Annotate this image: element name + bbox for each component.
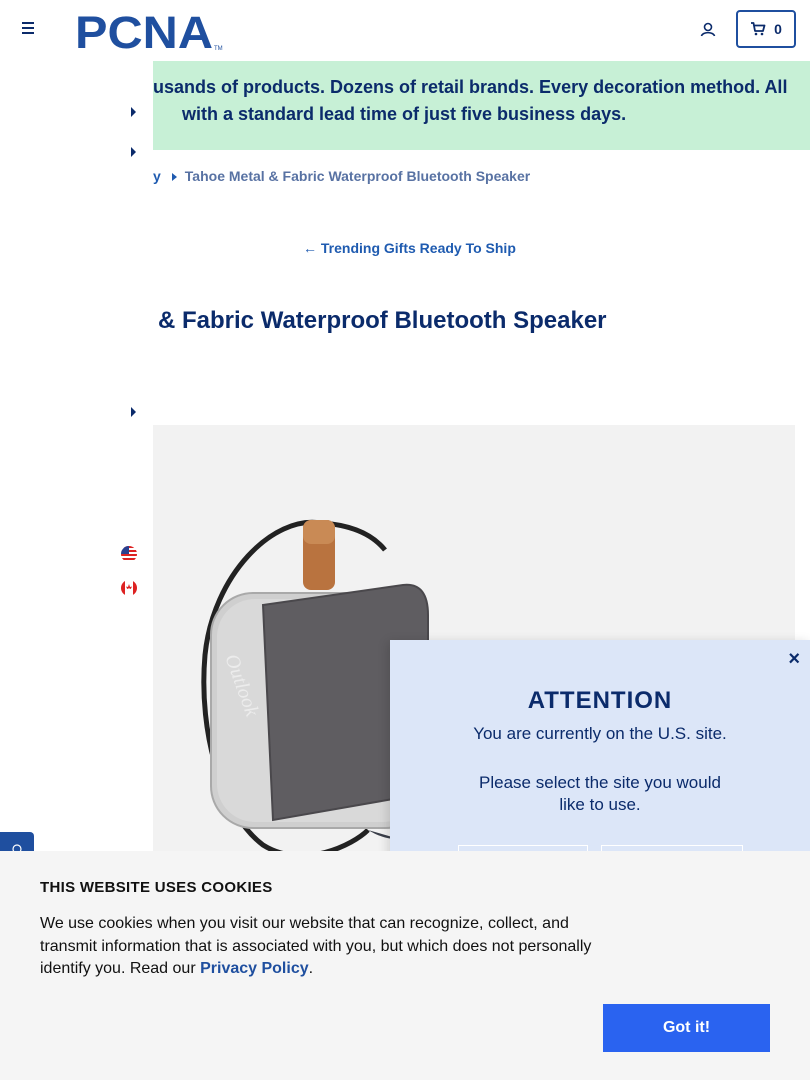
menu-button[interactable] [18, 19, 38, 41]
us-flag-icon[interactable] [121, 546, 137, 562]
banner-line-1: usands of products. Dozens of retail bra… [153, 77, 788, 97]
modal-current-site: You are currently on the U.S. site. [473, 724, 727, 743]
site-header: PCNA TM 0 [0, 0, 810, 60]
cart-icon [751, 22, 766, 36]
hamburger-icon [22, 22, 34, 24]
banner-line-2: with a standard lead time of just five b… [182, 104, 627, 124]
chevron-right-icon[interactable] [131, 147, 136, 157]
arrow-left-icon: ← [303, 240, 317, 256]
modal-title: ATTENTION [527, 687, 673, 714]
back-to-category-link[interactable]: ← Trending Gifts Ready To Ship [303, 240, 516, 256]
breadcrumb: y Tahoe Metal & Fabric Waterproof Bluetoo… [153, 168, 530, 184]
accept-cookies-button[interactable]: Got it! [603, 1004, 770, 1052]
cookie-title: THIS WEBSITE USES COOKIES [40, 879, 273, 896]
canada-flag-icon[interactable] [121, 580, 137, 596]
cart-count: 0 [774, 21, 782, 37]
modal-instruction-1: Please select the site you would [479, 773, 721, 792]
cookie-banner: THIS WEBSITE USES COOKIES We use cookies… [0, 851, 810, 1080]
svg-text:PCNA: PCNA [75, 8, 213, 52]
back-link-label: Trending Gifts Ready To Ship [320, 240, 516, 256]
modal-instruction-2: like to use. [559, 795, 641, 814]
cart-button[interactable]: 0 [736, 10, 796, 48]
breadcrumb-current: Tahoe Metal & Fabric Waterproof Bluetoot… [184, 168, 531, 184]
site-select-modal: × ATTENTION You are currently on the U.S… [390, 640, 810, 881]
chevron-right-icon[interactable] [131, 107, 136, 117]
privacy-policy-link[interactable]: Privacy Policy [200, 960, 309, 977]
pcna-logo[interactable]: PCNA TM [75, 8, 225, 52]
svg-text:TM: TM [214, 46, 223, 52]
promo-banner: usands of products. Dozens of retail bra… [153, 61, 810, 150]
product-title: & Fabric Waterproof Bluetooth Speaker [158, 307, 607, 334]
chevron-right-icon[interactable] [131, 407, 136, 417]
cookie-text: We use cookies when you visit our websit… [40, 915, 592, 977]
breadcrumb-link[interactable]: y [153, 168, 161, 184]
user-icon[interactable] [698, 20, 718, 40]
breadcrumb-caret-icon [171, 173, 177, 181]
close-icon[interactable]: × [788, 648, 800, 671]
